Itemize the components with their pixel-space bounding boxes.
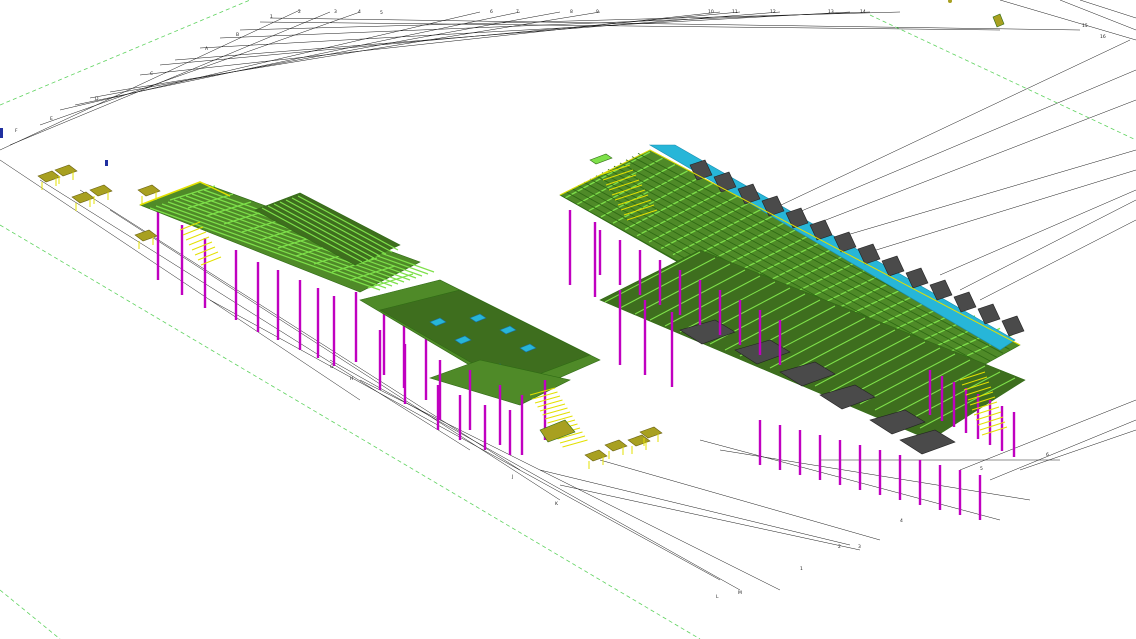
- grid-label: 3: [858, 544, 861, 550]
- grid-line: [559, 484, 861, 551]
- detached-platform: [134, 229, 158, 242]
- grid-label: 12: [770, 9, 776, 15]
- grid-label: F: [15, 128, 18, 134]
- grid-line: [1019, 429, 1136, 471]
- grid-label: 2: [838, 544, 841, 550]
- grid-label: L: [716, 594, 719, 600]
- grid-line: [9, 11, 331, 146]
- grid-line: [719, 449, 1031, 501]
- grid-label: 4: [900, 518, 903, 524]
- equipment-pit: [899, 429, 956, 455]
- grid-line: [0, 9, 301, 151]
- grid-label: D: [95, 96, 99, 102]
- boundary-line: [0, 0, 251, 106]
- grid-line: [829, 149, 1136, 241]
- stair-tread: [185, 231, 207, 241]
- boundary-line: [0, 589, 61, 639]
- grid-label: 13: [828, 9, 834, 15]
- grid-label: 4: [358, 9, 361, 15]
- detached-platform: [71, 191, 95, 204]
- grid-line: [359, 379, 781, 591]
- grid-label: M: [738, 590, 742, 596]
- grid-label: 3: [334, 9, 337, 15]
- grid-line: [999, 0, 1136, 41]
- model-3d-viewport[interactable]: 1 2 3 4 5 6 7 8 9 10 11 12 13 14 15 16 A B C D E F G H J K L M 1 2 3 4 5…: [0, 0, 1136, 639]
- grid-marker: [105, 160, 108, 166]
- grid-label: 2: [298, 9, 301, 15]
- grid-label: C: [150, 71, 153, 77]
- grid-line: [959, 399, 1136, 471]
- grid-line: [599, 459, 881, 541]
- grid-line: [979, 219, 1136, 301]
- grid-label: 10: [708, 9, 714, 15]
- grid-label: 11: [732, 9, 738, 15]
- grid-line: [1079, 0, 1136, 19]
- detached-platform: [54, 164, 78, 177]
- grid-line: [1059, 0, 1136, 31]
- stair-tread: [182, 226, 204, 236]
- grid-label: B: [236, 32, 239, 38]
- grid-label: 8: [570, 9, 573, 15]
- stair-tread: [197, 251, 219, 261]
- boundary-line: [869, 14, 1136, 141]
- grid-line: [959, 199, 1136, 291]
- grid-label: K: [555, 501, 559, 507]
- grid-label: 1: [800, 566, 803, 572]
- grid-label: 6: [1046, 452, 1049, 458]
- remote-equipment: [992, 13, 1005, 28]
- detached-platform: [37, 170, 61, 183]
- grid-line: [159, 11, 741, 66]
- grid-line: [74, 11, 521, 106]
- detached-platform: [89, 184, 113, 197]
- grid-label: 6: [490, 9, 493, 15]
- grid-label: 16: [1100, 34, 1106, 40]
- grid-label: E: [50, 116, 53, 122]
- grid-line: [859, 169, 1136, 256]
- grid-label: 14: [860, 9, 866, 15]
- grid-label: 7: [516, 9, 519, 15]
- grid-label: 5: [980, 466, 983, 472]
- roof-vent: [1001, 315, 1025, 337]
- grid-line: [779, 69, 1136, 221]
- grid-marker: [0, 128, 3, 138]
- grid-line: [939, 189, 1136, 276]
- grid-label: 15: [1082, 23, 1088, 29]
- grid-line: [539, 469, 851, 546]
- roof-beam-fragment: [589, 153, 613, 165]
- grid-label: H: [350, 376, 353, 382]
- grid-line: [699, 439, 1001, 521]
- stair-tread: [191, 241, 213, 251]
- detached-platform: [137, 184, 161, 197]
- grid-label: 9: [596, 9, 599, 15]
- detached-platform: [584, 449, 608, 462]
- remote-equipment: [948, 0, 952, 3]
- detached-platform: [604, 439, 628, 452]
- grid-line: [109, 11, 601, 93]
- grid-line: [199, 11, 851, 49]
- structural-model-canvas[interactable]: 12 3 4 5 6 7 8 9 10 11 12 13 141516ABCDEFGHJKLM12 345…: [0, 0, 1136, 639]
- grid-label: J: [511, 474, 513, 480]
- grid-label: 1: [270, 14, 273, 20]
- grid-label: A: [205, 46, 209, 52]
- grid-label: 5: [380, 10, 383, 16]
